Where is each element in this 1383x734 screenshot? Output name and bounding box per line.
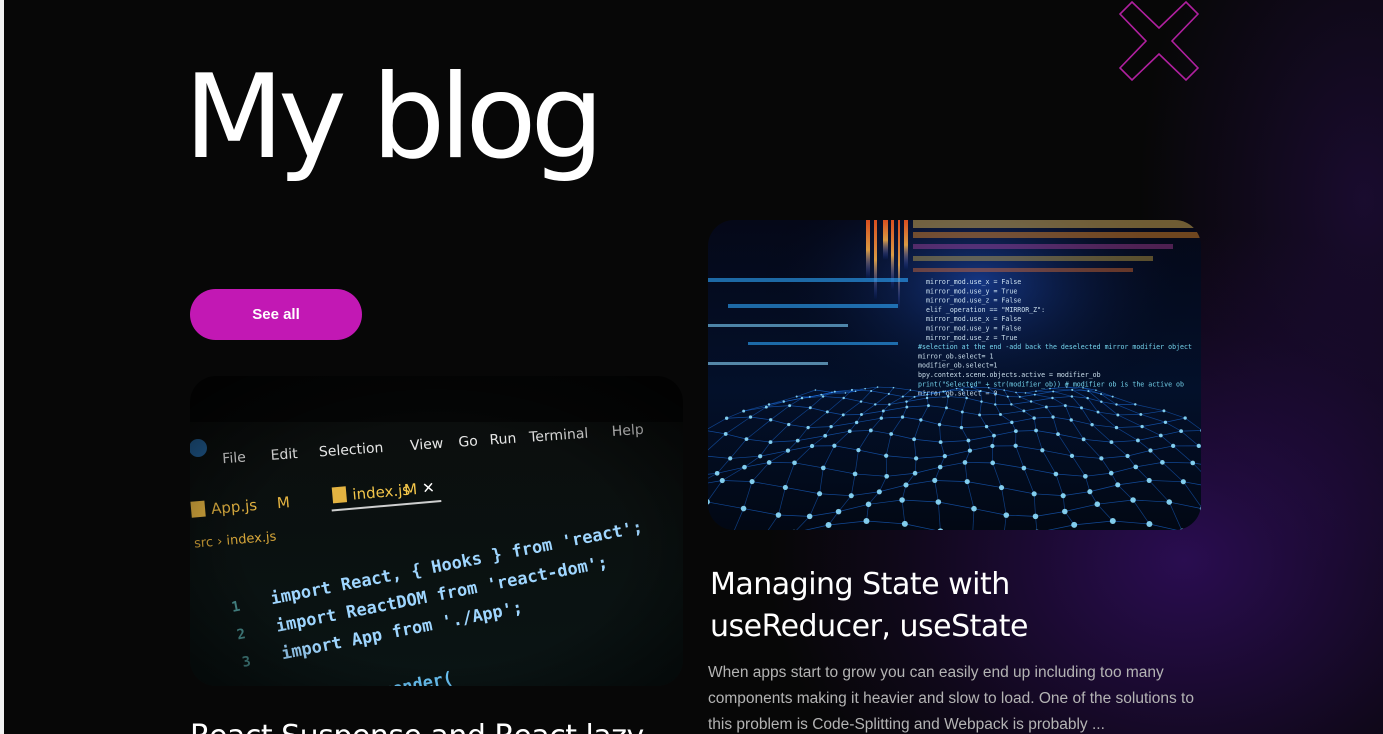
data-code-line: bpy.context.scene.objects.active = modif…: [918, 371, 1101, 379]
data-code-line: modifier_ob.select=1: [918, 362, 997, 370]
data-code-line: mirror_mod.use_x = False: [926, 315, 1021, 323]
close-x-icon: [1118, 0, 1200, 82]
post-card-image[interactable]: mirror_mod.use_x = False mirror_mod.use_y…: [708, 220, 1201, 530]
data-code-line: mirror_mod.use_z = False: [926, 297, 1021, 305]
data-code-line: mirror_ob.select = 0: [918, 390, 997, 398]
data-code-line: mirror_mod.use_x = False: [926, 278, 1021, 286]
post-card-image[interactable]: FileEditSelectionViewGoRunTerminalHelp A…: [190, 376, 683, 686]
data-code-line: mirror_mod.use_y = False: [926, 325, 1021, 333]
data-code-line: print("Selected" + str(modifier_ob)) # m…: [918, 380, 1184, 388]
code-editor-screenshot-image: FileEditSelectionViewGoRunTerminalHelp A…: [190, 376, 683, 686]
post-title[interactable]: Managing State with useReducer, useState: [710, 564, 1180, 648]
blog-page: My blog See all FileEditSelectionViewGoR…: [4, 0, 1383, 734]
data-code-line: #selection at the end -add back the dese…: [918, 343, 1192, 351]
code-and-data-network-image: mirror_mod.use_x = Falsemirror_mod.use_y…: [708, 220, 1201, 530]
see-all-button[interactable]: See all: [190, 289, 362, 340]
data-code-line: mirror_mod.use_z = True: [926, 334, 1017, 342]
page-title: My blog: [184, 50, 604, 185]
data-code-line: elif _operation == "MIRROR_Z":: [926, 306, 1045, 314]
data-code-line: mirror_ob.select= 1: [918, 352, 993, 360]
data-code-line: mirror_mod.use_y = True: [926, 287, 1017, 295]
post-title[interactable]: React Suspense and React.lazy: [190, 716, 670, 734]
post-excerpt: When apps start to grow you can easily e…: [708, 664, 1194, 733]
